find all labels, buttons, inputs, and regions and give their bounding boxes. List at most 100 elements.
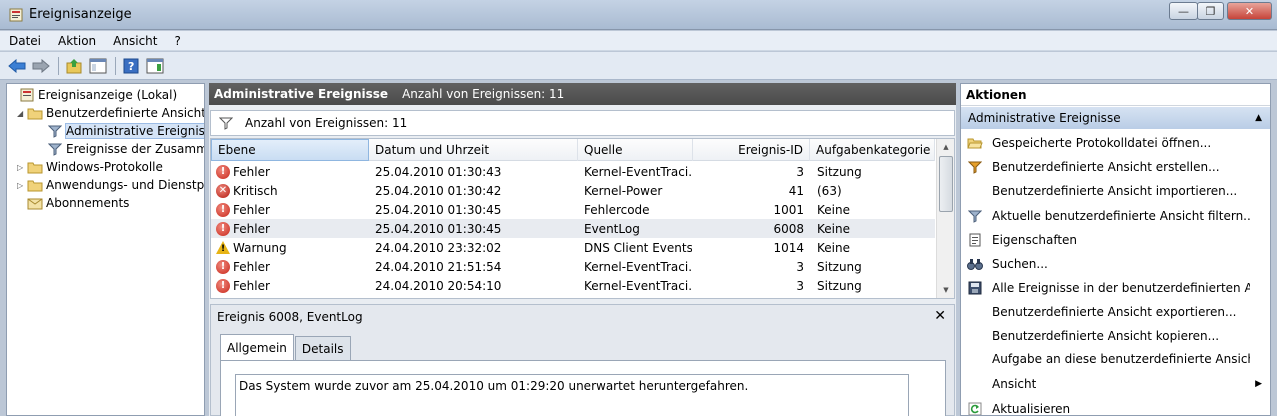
title-bar: Ereignisanzeige — ❐ ✕ — [0, 0, 1277, 30]
filter-count: Anzahl von Ereignissen: 11 — [245, 116, 408, 130]
action-item[interactable]: Aufgabe an diese benutzerdefinierte Ansi… — [961, 347, 1270, 371]
action-item[interactable]: Gespeicherte Protokolldatei öffnen... — [961, 131, 1270, 155]
scroll-down-icon[interactable]: ▼ — [937, 282, 954, 298]
expand-triangle-icon[interactable]: ▷ — [17, 181, 27, 190]
table-row[interactable]: ✕ Kritisch 25.04.2010 01:30:42 Kernel-Power… — [211, 181, 935, 200]
tree-item-windows-logs[interactable]: ▷ Windows-Protokolle — [17, 158, 163, 176]
action-item[interactable]: Benutzerdefinierte Ansicht exportieren..… — [961, 300, 1270, 324]
action-item[interactable]: Suchen... — [961, 252, 1270, 276]
action-item[interactable]: Benutzerdefinierte Ansicht erstellen... — [961, 155, 1270, 179]
action-spacer — [967, 351, 983, 367]
back-arrow-icon — [8, 58, 26, 73]
refresh-icon — [967, 401, 983, 415]
level-text: Fehler — [233, 278, 270, 293]
action-item[interactable]: Benutzerdefinierte Ansicht importieren..… — [961, 179, 1270, 203]
filter-icon — [47, 141, 63, 157]
action-item[interactable]: Benutzerdefinierte Ansicht kopieren... — [961, 324, 1270, 348]
subscriptions-icon — [27, 195, 43, 211]
cell-task-category: Sitzung — [817, 259, 862, 274]
tree-item-app-service-logs[interactable]: ▷ Anwendungs- und Dienstprotokolle — [17, 176, 204, 194]
actions-header: Aktionen — [961, 84, 1270, 106]
action-spacer — [967, 328, 983, 344]
tab-details[interactable]: Details — [294, 336, 351, 360]
cell-level: ! Fehler — [216, 219, 366, 238]
binoculars-icon — [967, 256, 983, 272]
cell-level: ! Fehler — [216, 200, 366, 219]
cell-datetime: 24.04.2010 23:32:02 — [375, 240, 502, 255]
table-row[interactable]: ! Warnung 24.04.2010 23:32:02 DNS Client Ev… — [211, 238, 935, 257]
tree-item-subscriptions[interactable]: Abonnements — [17, 194, 129, 212]
show-hide-tree-button[interactable] — [87, 56, 109, 76]
scroll-up-icon[interactable]: ▲ — [937, 139, 954, 155]
forward-arrow-icon — [32, 58, 50, 73]
window-title: Ereignisanzeige — [29, 7, 132, 22]
action-item[interactable]: Eigenschaften — [961, 228, 1270, 252]
actions-section-title: Administrative Ereignisse — [968, 111, 1121, 125]
collapse-up-icon[interactable]: ▲ — [1255, 113, 1262, 123]
column-header-event-id[interactable]: Ereignis-ID — [693, 139, 810, 161]
table-row[interactable]: ! Fehler 25.04.2010 01:30:43 Kernel-EventTr… — [211, 162, 935, 181]
cell-event-id: 6008 — [773, 221, 804, 236]
forward-button[interactable] — [30, 56, 52, 76]
back-button[interactable] — [6, 56, 28, 76]
column-header-task-category[interactable]: Aufgabenkategorie — [810, 139, 935, 161]
action-item[interactable]: Ansicht ▶ — [961, 372, 1270, 396]
detail-tabs: Allgemein Details — [220, 334, 352, 360]
expand-triangle-icon[interactable]: ▷ — [17, 163, 27, 172]
tab-body: Das System wurde zuvor am 25.04.2010 um … — [220, 360, 946, 416]
action-item[interactable]: Alle Ereignisse in der benutzerdefiniert… — [961, 276, 1270, 300]
cell-task-category: Keine — [817, 202, 850, 217]
column-header-source[interactable]: Quelle — [578, 139, 693, 161]
table-row[interactable]: ! Fehler 24.04.2010 21:51:54 Kernel-EventTr… — [211, 257, 935, 276]
column-header-datetime[interactable]: Datum und Uhrzeit — [369, 139, 578, 161]
event-viewer-icon — [19, 87, 35, 103]
tree-item-event-viewer-local[interactable]: Ereignisanzeige (Lokal) — [9, 86, 177, 104]
maximize-button[interactable]: ❐ — [1197, 2, 1224, 20]
menu-help[interactable]: ? — [174, 34, 180, 48]
menu-aktion[interactable]: Aktion — [58, 34, 96, 48]
close-icon[interactable]: ✕ — [934, 308, 946, 324]
close-button[interactable]: ✕ — [1227, 2, 1272, 20]
main-panel: Administrative Ereignisse Anzahl von Ere… — [209, 83, 956, 416]
level-text: Fehler — [233, 221, 270, 236]
collapse-triangle-icon[interactable]: ◢ — [17, 109, 27, 118]
action-spacer — [967, 183, 983, 199]
table-scrollbar[interactable]: ▲ ▼ — [936, 139, 954, 298]
table-header: Ebene Datum und Uhrzeit Quelle Ereignis-… — [211, 139, 935, 161]
action-label: Benutzerdefinierte Ansicht kopieren... — [992, 329, 1220, 343]
scroll-thumb[interactable] — [939, 156, 953, 212]
help-button[interactable]: ? — [120, 56, 142, 76]
up-folder-button[interactable] — [63, 56, 85, 76]
cell-source: DNS Client Events — [584, 240, 692, 255]
action-item[interactable]: Aktualisieren — [961, 397, 1270, 415]
event-viewer-icon — [9, 8, 23, 22]
cell-source: Fehlercode — [584, 202, 650, 217]
table-row[interactable]: ! Fehler 24.04.2010 20:54:10 Kernel-EventTr… — [211, 276, 935, 295]
column-header-level[interactable]: Ebene — [211, 139, 369, 161]
table-row[interactable]: ! Fehler 25.04.2010 01:30:45 EventLog 6008 Ke… — [211, 219, 935, 238]
show-hide-actions-button[interactable] — [144, 56, 166, 76]
event-detail-title: Ereignis 6008, EventLog — [217, 310, 363, 324]
action-label: Ansicht — [992, 377, 1037, 391]
event-message: Das System wurde zuvor am 25.04.2010 um … — [235, 374, 909, 416]
cell-event-id: 3 — [796, 164, 804, 179]
tree-item-summary-events[interactable]: Ereignisse der Zusammenfassung — [37, 140, 204, 158]
submenu-arrow-icon: ▶ — [1255, 379, 1262, 389]
svg-text:?: ? — [128, 60, 134, 73]
actions-section-header[interactable]: Administrative Ereignisse ▲ — [961, 107, 1270, 129]
tree-item-custom-views[interactable]: ◢ Benutzerdefinierte Ansichten — [17, 104, 204, 122]
cell-datetime: 25.04.2010 01:30:43 — [375, 164, 502, 179]
actions-pane: Aktionen Administrative Ereignisse ▲ Ges… — [960, 83, 1271, 416]
menu-datei[interactable]: Datei — [9, 34, 41, 48]
action-item[interactable]: Aktuelle benutzerdefinierte Ansicht filt… — [961, 204, 1270, 228]
table-row[interactable]: ! Fehler 25.04.2010 01:30:45 Fehlercode 1001… — [211, 200, 935, 219]
minimize-button[interactable]: — — [1169, 2, 1198, 20]
cell-source: EventLog — [584, 221, 640, 236]
error-icon: ! — [216, 278, 230, 293]
tree-item-administrative-events[interactable]: Administrative Ereignisse — [37, 122, 204, 140]
menu-ansicht[interactable]: Ansicht — [113, 34, 157, 48]
error-icon: ! — [216, 164, 230, 179]
menu-bar: Datei Aktion Ansicht ? — [0, 31, 1277, 51]
cell-task-category: Keine — [817, 240, 850, 255]
tab-general[interactable]: Allgemein — [220, 334, 294, 360]
